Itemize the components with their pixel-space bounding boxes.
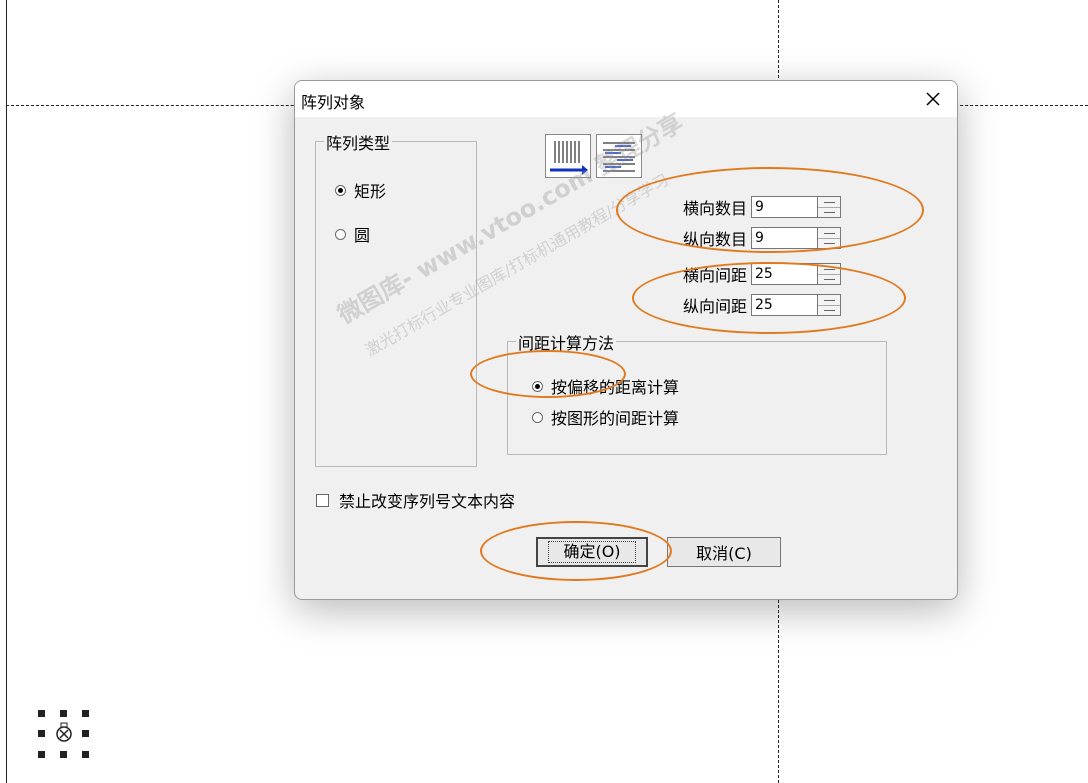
horizontal-count-row: 横向数目	[669, 195, 841, 219]
horizontal-spacing-spinner[interactable]	[817, 263, 841, 285]
vertical-count-spinner[interactable]	[817, 227, 841, 249]
vertical-spacing-row: 纵向间距	[669, 293, 841, 317]
canvas-left-border	[6, 0, 7, 783]
cancel-button-label: 取消(C)	[696, 544, 752, 563]
horizontal-spacing-row: 横向间距	[669, 262, 841, 286]
vertical-count-row: 纵向数目	[669, 226, 841, 250]
horizontal-lines-arrow-icon	[603, 142, 635, 172]
array-object-dialog: 阵列对象 阵列类型 矩形 圆 横向数目 纵向数目	[294, 80, 958, 600]
radio-indicator	[532, 411, 543, 423]
radio-offset-distance-label: 按偏移的距离计算	[551, 378, 680, 397]
cancel-button[interactable]: 取消(C)	[667, 537, 781, 567]
horizontal-spacing-label: 横向间距	[682, 266, 747, 285]
radio-shape-spacing-label: 按图形的间距计算	[551, 409, 680, 428]
dialog-title: 阵列对象	[301, 93, 366, 112]
spacing-method-label: 间距计算方法	[516, 330, 617, 354]
vertical-count-input[interactable]	[751, 227, 817, 249]
horizontal-count-input[interactable]	[751, 196, 817, 218]
radio-indicator	[335, 184, 346, 196]
checkbox-box	[316, 493, 329, 507]
vertical-spacing-label: 纵向间距	[682, 297, 747, 316]
crosshair-center-icon	[56, 722, 72, 742]
ok-button-label: 确定(O)	[548, 541, 636, 563]
vertical-spacing-input[interactable]	[751, 294, 817, 316]
ok-button[interactable]: 确定(O)	[536, 537, 648, 567]
horizontal-count-spinner[interactable]	[817, 196, 841, 218]
array-type-label: 阵列类型	[324, 130, 393, 154]
radio-shape-spacing[interactable]: 按图形的间距计算	[532, 405, 679, 429]
vertical-spacing-spinner[interactable]	[817, 294, 841, 316]
vertical-lines-arrow-icon	[550, 141, 588, 175]
dialog-titlebar: 阵列对象	[295, 81, 957, 117]
lock-serial-text-label: 禁止改变序列号文本内容	[339, 492, 516, 511]
vertical-count-label: 纵向数目	[682, 230, 747, 249]
horizontal-spacing-input[interactable]	[751, 263, 817, 285]
vertical-array-tool-button[interactable]	[596, 134, 642, 178]
horizontal-array-tool-button[interactable]	[545, 134, 591, 178]
radio-circle[interactable]: 圆	[335, 222, 370, 246]
radio-rectangle[interactable]: 矩形	[335, 178, 386, 202]
radio-circle-label: 圆	[354, 226, 371, 245]
close-icon	[926, 92, 940, 106]
selection-handles[interactable]	[36, 708, 92, 760]
radio-rectangle-label: 矩形	[354, 182, 387, 201]
spacing-method-group: 间距计算方法	[507, 330, 887, 455]
horizontal-count-label: 横向数目	[682, 199, 747, 218]
radio-indicator	[335, 228, 346, 240]
lock-serial-text-checkbox[interactable]: 禁止改变序列号文本内容	[316, 488, 515, 512]
radio-indicator	[532, 380, 543, 392]
radio-offset-distance[interactable]: 按偏移的距离计算	[532, 374, 679, 398]
close-button[interactable]	[909, 81, 957, 117]
